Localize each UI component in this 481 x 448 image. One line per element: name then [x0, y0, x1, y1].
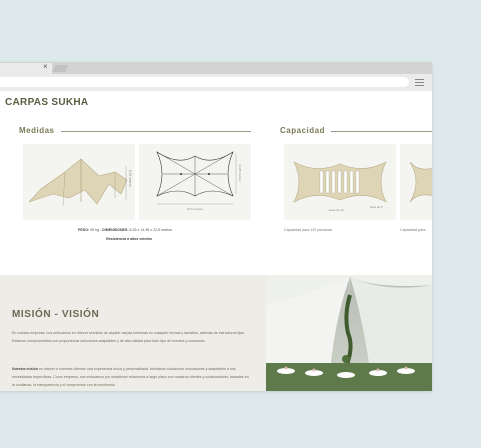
mission-paragraph-2: Nuestra misión es ofrecer a nuestros cli… — [12, 365, 252, 389]
tent-side-view-image: 6.25 metros — [23, 144, 135, 220]
hamburger-menu-icon[interactable] — [415, 79, 424, 86]
width-dimension-label: 14.95 metros — [238, 164, 242, 182]
tab-close-icon[interactable]: × — [43, 62, 48, 73]
capacity-caption-1: Capacidad para 122 personas — [284, 228, 333, 232]
mission-section: MISIÓN - VISIÓN En nuestra empresa, nos … — [0, 275, 266, 391]
capacity-layout-image-2 — [400, 144, 432, 220]
browser-window: × CARPAS SUKHA Medidas 6.25 metros 14.95 — [0, 62, 432, 391]
address-bar[interactable] — [0, 77, 409, 87]
weight-label: PESO: — [78, 228, 90, 232]
length-dimension-label: 22.5 metros — [187, 207, 203, 211]
capacity-caption-2: Capacidad para — [400, 228, 426, 232]
height-dimension-label: 6.25 metros — [128, 170, 132, 187]
mission-title: MISIÓN - VISIÓN — [12, 309, 100, 320]
mission-bold-lead: Nuestra misión — [12, 367, 38, 371]
medidas-divider — [61, 131, 251, 132]
wind-resistance-note: Resistencia a altos vientos — [106, 237, 152, 241]
capacidad-divider — [331, 131, 432, 132]
capacidad-heading: Capacidad — [280, 126, 325, 135]
capacity-layout-image-1: mesa de 10 área de 5 — [284, 144, 396, 220]
dance-area-label: área de 5 — [370, 205, 383, 209]
weight-value: 95 kg - — [89, 228, 103, 232]
dimensions-value: 6.25 x 14.95 x 22.5 metros — [128, 228, 173, 232]
tent-specs: PESO: 95 kg - DIMENSIONES: 6.25 x 14.95 … — [78, 228, 172, 232]
new-tab-button[interactable] — [52, 65, 69, 72]
mission-paragraph-1: En nuestra empresa, nos enfocamos en ofr… — [12, 331, 245, 343]
medidas-heading: Medidas — [19, 126, 55, 135]
tent-interior-photo — [266, 275, 432, 391]
page-title: CARPAS SUKHA — [5, 97, 89, 108]
dimensions-label: DIMENSIONES: — [102, 228, 129, 232]
table-area-label: mesa de 10 — [328, 208, 344, 212]
tent-plan-view-image: 14.95 metros 22.5 metros — [139, 144, 251, 220]
mission-paragraph-2-text: es ofrecer a nuestros clientes una exper… — [12, 367, 249, 387]
